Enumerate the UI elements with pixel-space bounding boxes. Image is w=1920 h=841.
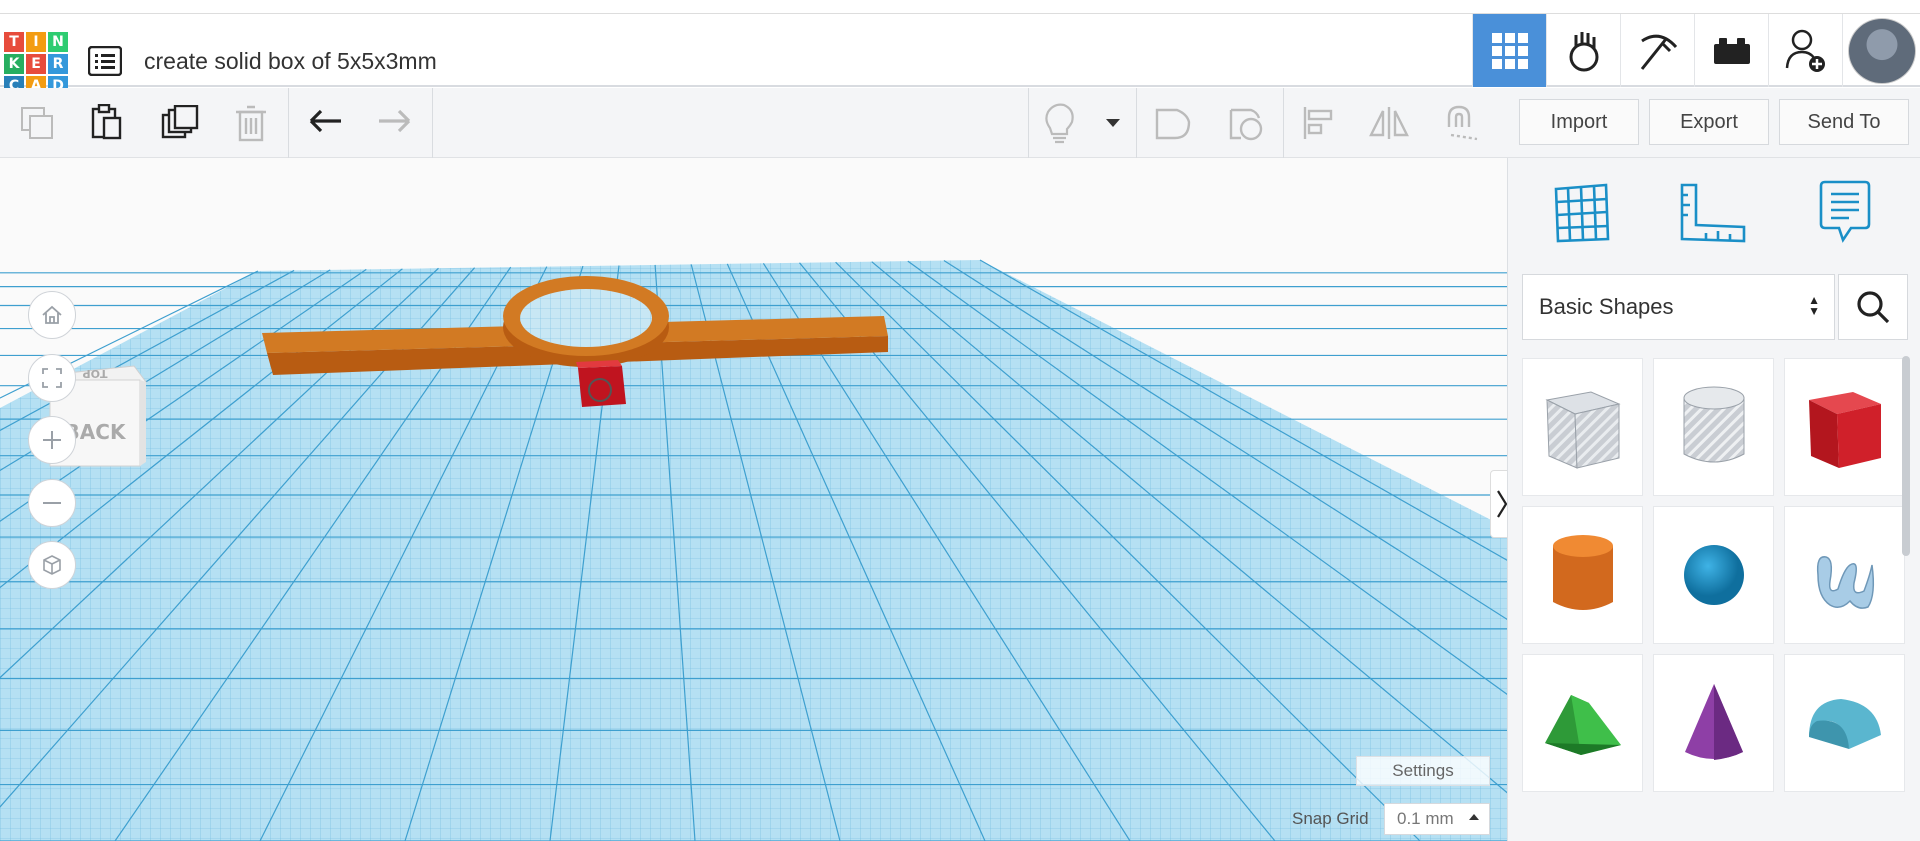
design-list-icon[interactable]: [87, 45, 123, 77]
undo-icon[interactable]: [302, 100, 348, 146]
export-button[interactable]: Export: [1649, 99, 1769, 145]
panel-scrollbar[interactable]: [1902, 356, 1910, 556]
redo-icon[interactable]: [372, 100, 418, 146]
group-icon[interactable]: [1150, 100, 1196, 146]
search-icon: [1857, 291, 1890, 324]
snap-grid-label: Snap Grid: [1292, 809, 1369, 828]
logo-letter: T: [4, 32, 24, 52]
import-export-bar: Import Export Send To: [1507, 88, 1920, 158]
align-icon[interactable]: [1296, 100, 1342, 146]
send-to-button[interactable]: Send To: [1779, 99, 1909, 145]
user-avatar[interactable]: [1842, 14, 1920, 87]
logo-letter: E: [26, 54, 46, 74]
logo-letter: R: [48, 54, 68, 74]
sphere-shape[interactable]: [1653, 506, 1774, 644]
round-roof-shape[interactable]: [1784, 654, 1905, 792]
3d-workplane-viewport[interactable]: BACK TOP Settings Snap Grid 0.1 mm: [0, 158, 1507, 841]
circuits-icon[interactable]: [1546, 14, 1620, 87]
toolbar-divider: [1283, 88, 1284, 158]
mirror-icon[interactable]: [1366, 100, 1412, 146]
edit-toolbar: [0, 88, 1507, 158]
perspective-icon[interactable]: [28, 541, 76, 589]
shape-category-select[interactable]: Basic Shapes ▲ ▼: [1522, 274, 1835, 340]
workplane-icon[interactable]: [1545, 178, 1619, 248]
logo-letter: K: [4, 54, 24, 74]
zoom-in-icon[interactable]: [28, 416, 76, 464]
shape-grid: [1522, 358, 1908, 792]
zoom-out-icon[interactable]: [28, 479, 76, 527]
logo-letter: I: [26, 32, 46, 52]
magnet-cruise-icon[interactable]: [1438, 100, 1484, 146]
copy-icon[interactable]: [14, 100, 60, 146]
invite-user-icon[interactable]: [1768, 14, 1842, 87]
cylinder-shape[interactable]: [1522, 506, 1643, 644]
notes-icon[interactable]: [1808, 178, 1882, 248]
home-view-icon[interactable]: [28, 291, 76, 339]
workplane-grid[interactable]: [0, 158, 1507, 841]
snap-grid-select[interactable]: 0.1 mm: [1384, 803, 1490, 835]
ungroup-icon[interactable]: [1224, 100, 1270, 146]
shapes-panel: Basic Shapes ▲ ▼: [1507, 158, 1920, 841]
avatar: [1847, 17, 1916, 84]
box-hole-shape[interactable]: [1522, 358, 1643, 496]
fit-view-icon[interactable]: [28, 354, 76, 402]
3d-design-grid-icon[interactable]: [1472, 14, 1546, 87]
toolbar-divider: [1028, 88, 1029, 158]
lightbulb-icon[interactable]: [1036, 100, 1082, 146]
shape-search-button[interactable]: [1838, 274, 1908, 340]
duplicate-icon[interactable]: [157, 100, 203, 146]
snap-grid-value: 0.1 mm: [1397, 809, 1454, 828]
workplane-settings-button[interactable]: Settings: [1356, 756, 1490, 786]
cylinder-hole-shape[interactable]: [1653, 358, 1774, 496]
import-button[interactable]: Import: [1519, 99, 1639, 145]
codeblocks-pickaxe-icon[interactable]: [1620, 14, 1694, 87]
roof-shape[interactable]: [1522, 654, 1643, 792]
select-arrows-icon: ▲ ▼: [1808, 293, 1820, 318]
browser-top-strip: [0, 0, 1920, 14]
box-shape[interactable]: [1784, 358, 1905, 496]
logo-letter: N: [48, 32, 68, 52]
cone-shape[interactable]: [1653, 654, 1774, 792]
delete-icon[interactable]: [228, 100, 274, 146]
design-title[interactable]: create solid box of 5x5x3mm: [144, 48, 437, 75]
chevron-down-icon[interactable]: [1090, 100, 1136, 146]
shape-category-value: Basic Shapes: [1539, 294, 1674, 319]
toolbar-divider: [288, 88, 289, 158]
header-nav-icons: [1472, 14, 1920, 87]
tinkercad-logo[interactable]: TINKERCAD: [4, 32, 68, 96]
toolbar-divider: [1136, 88, 1137, 158]
red-solid-box-part[interactable]: [576, 360, 626, 407]
chevron-up-icon: [1469, 814, 1479, 820]
bricks-icon[interactable]: [1694, 14, 1768, 87]
paste-icon[interactable]: [84, 100, 130, 146]
scribble-shape[interactable]: [1784, 506, 1905, 644]
ruler-icon[interactable]: [1676, 178, 1750, 248]
toolbar-divider: [432, 88, 433, 158]
